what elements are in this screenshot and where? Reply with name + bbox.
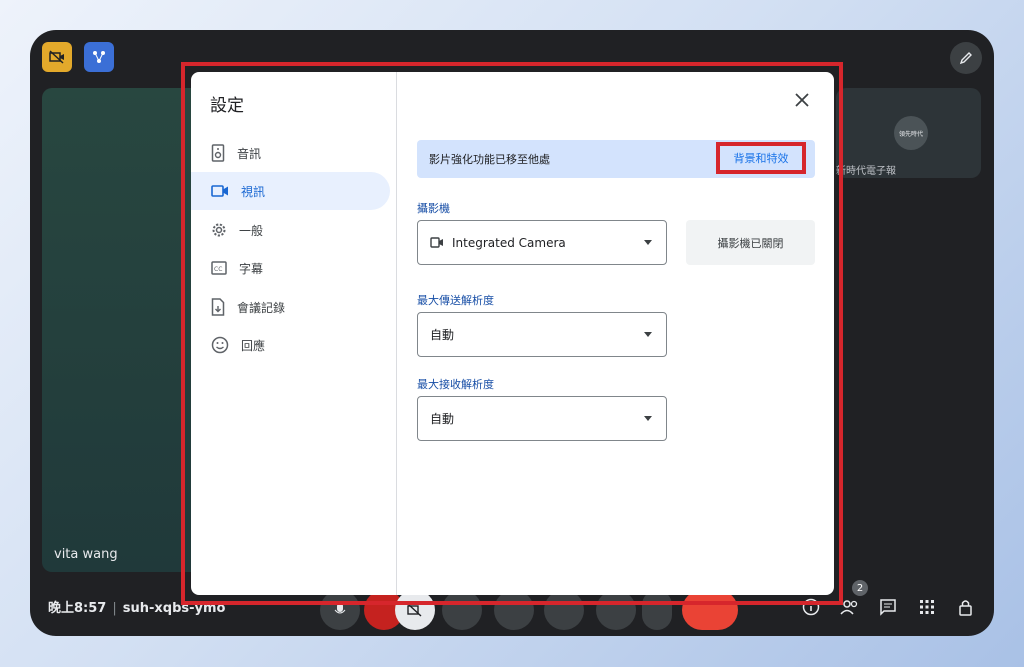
chevron-down-icon bbox=[644, 240, 652, 245]
remote-tile-name: 新時代電子報 bbox=[836, 166, 896, 177]
transcript-icon bbox=[211, 298, 225, 316]
settings-nav: 設定 音訊 視訊 一般 CC 字幕 會議記錄 回應 bbox=[191, 72, 397, 595]
meeting-time: 晚上8:57 bbox=[48, 601, 107, 616]
send-resolution-select[interactable]: 自動 bbox=[417, 312, 667, 357]
speaker-icon bbox=[211, 144, 225, 162]
nav-item-reactions[interactable]: 回應 bbox=[191, 326, 390, 364]
settings-dialog: 設定 音訊 視訊 一般 CC 字幕 會議記錄 回應 影片強化功能已移至他處 背景… bbox=[191, 72, 834, 595]
camera-select-value: Integrated Camera bbox=[452, 235, 566, 250]
backgrounds-effects-link[interactable]: 背景和特效 bbox=[716, 142, 806, 174]
receive-resolution-select[interactable]: 自動 bbox=[417, 396, 667, 441]
nav-label-reactions: 回應 bbox=[241, 338, 266, 353]
camera-label: 攝影機 bbox=[417, 202, 450, 215]
camera-off-label: 攝影機已關閉 bbox=[717, 236, 784, 250]
banner-link-label: 背景和特效 bbox=[733, 152, 789, 165]
svg-text:CC: CC bbox=[214, 266, 222, 273]
videocam-icon bbox=[211, 185, 228, 197]
activities-grid-icon[interactable] bbox=[913, 593, 941, 621]
camera-off-indicator-icon[interactable] bbox=[42, 42, 72, 72]
gear-icon bbox=[212, 223, 226, 237]
nav-label-video: 視訊 bbox=[241, 184, 266, 199]
chevron-down-icon bbox=[644, 332, 652, 337]
host-controls-lock-icon[interactable] bbox=[952, 593, 980, 621]
send-resolution-value: 自動 bbox=[430, 328, 455, 342]
receive-resolution-label: 最大接收解析度 bbox=[417, 378, 494, 391]
nav-label-captions: 字幕 bbox=[239, 261, 264, 276]
captions-icon: CC bbox=[211, 261, 227, 275]
nav-item-general[interactable]: 一般 bbox=[191, 211, 390, 249]
nav-label-transcript: 會議記錄 bbox=[237, 300, 286, 315]
dialog-title: 設定 bbox=[210, 96, 244, 116]
emoji-icon bbox=[211, 336, 229, 354]
nav-item-captions[interactable]: CC 字幕 bbox=[191, 249, 390, 287]
chevron-down-icon bbox=[644, 416, 652, 421]
nav-item-audio[interactable]: 音訊 bbox=[191, 134, 390, 172]
info-separator: | bbox=[112, 601, 117, 616]
remote-video-tile: 領先時代 新時代電子報 bbox=[836, 88, 981, 178]
videocam-icon bbox=[430, 237, 443, 248]
avatar: 領先時代 bbox=[894, 116, 928, 150]
self-tile-name: vita wang bbox=[54, 547, 118, 562]
nav-label-general: 一般 bbox=[239, 223, 264, 238]
send-resolution-label: 最大傳送解析度 bbox=[417, 294, 494, 307]
avatar-text: 領先時代 bbox=[898, 130, 923, 138]
receive-resolution-value: 自動 bbox=[430, 412, 455, 426]
edit-pencil-icon[interactable] bbox=[950, 42, 982, 74]
nav-item-video[interactable]: 視訊 bbox=[191, 172, 390, 210]
camera-select[interactable]: Integrated Camera bbox=[417, 220, 667, 265]
close-icon bbox=[795, 93, 809, 107]
chat-icon[interactable] bbox=[874, 593, 902, 621]
close-button[interactable] bbox=[788, 86, 816, 114]
camera-off-preview-button[interactable]: 攝影機已關閉 bbox=[686, 220, 815, 265]
nav-item-transcript[interactable]: 會議記錄 bbox=[191, 288, 390, 326]
banner-text: 影片強化功能已移至他處 bbox=[429, 153, 550, 166]
meeting-tools-icon[interactable] bbox=[84, 42, 114, 72]
nav-label-audio: 音訊 bbox=[237, 146, 262, 161]
